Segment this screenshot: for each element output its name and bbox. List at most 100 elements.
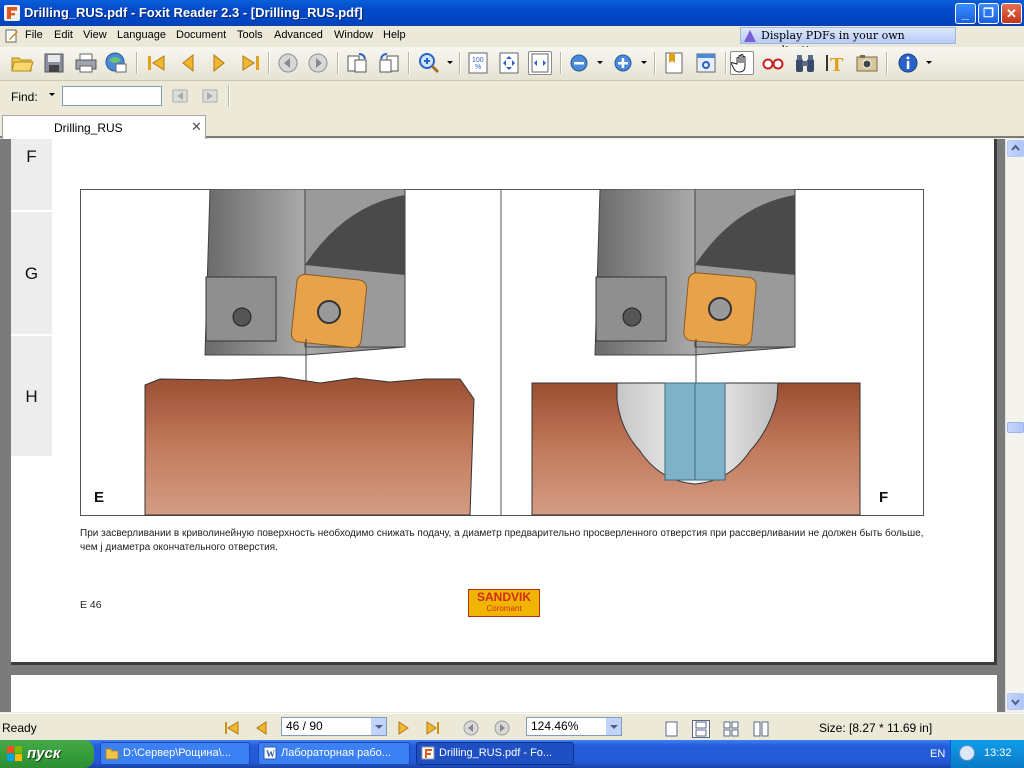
menu-help[interactable]: Help [383, 29, 406, 41]
actual-size-button[interactable]: 100% [466, 51, 490, 75]
menu-edit[interactable]: Edit [54, 29, 73, 41]
taskbar-item-word[interactable]: W Лабораторная рабо... [258, 742, 410, 765]
menu-window[interactable]: Window [334, 29, 373, 41]
menu-view[interactable]: View [83, 29, 107, 41]
logo-sub: Coromant [486, 604, 522, 613]
status-next-page-icon[interactable] [395, 720, 411, 736]
task-label: D:\Сервер\Рощина\... [123, 747, 231, 759]
email-button[interactable] [104, 51, 128, 75]
find-label: Find: [11, 90, 38, 104]
svg-text:W: W [266, 749, 275, 759]
last-page-button[interactable] [239, 51, 263, 75]
tray-arrow-icon[interactable] [959, 745, 975, 761]
status-prev-page-icon[interactable] [253, 720, 269, 736]
document-viewport[interactable]: F G H E F При засверливании в криволиней… [0, 139, 1005, 712]
promo-banner[interactable]: Display PDFs in your own applications [740, 27, 956, 57]
bookmark-button[interactable] [662, 51, 686, 75]
zoom-plus-button[interactable] [611, 51, 635, 75]
page-dropdown-button[interactable] [371, 718, 386, 735]
status-back-icon[interactable] [463, 720, 479, 736]
pdf-page: F G H E F При засверливании в криволиней… [11, 139, 997, 665]
find-tool-button[interactable] [793, 51, 817, 75]
zoom-dropdown-arrow[interactable] [447, 61, 453, 64]
window-title: Drilling_RUS.pdf - Foxit Reader 2.3 - [D… [24, 5, 363, 20]
menu-tools[interactable]: Tools [237, 29, 263, 41]
fit-width-button[interactable] [528, 51, 552, 75]
zoom-level-input[interactable]: 124.46% [526, 717, 622, 736]
facing-continuous-view-icon[interactable] [722, 720, 740, 738]
word-icon: W [263, 746, 277, 760]
prev-page-button[interactable] [176, 51, 200, 75]
facing-view-icon[interactable] [752, 720, 770, 738]
fullscreen-button[interactable] [694, 51, 718, 75]
status-text: Ready [2, 721, 37, 735]
rotate-right-button[interactable] [377, 51, 401, 75]
menu-advanced[interactable]: Advanced [274, 29, 323, 41]
chevron-down-icon [1011, 699, 1020, 706]
text-select-icon: T [826, 55, 844, 76]
rotate-left-button[interactable] [345, 51, 369, 75]
menu-language[interactable]: Language [117, 29, 166, 41]
info-button[interactable] [896, 51, 920, 75]
find-prev-icon[interactable] [171, 87, 191, 105]
tab-drilling-rus[interactable]: Drilling_RUS ✕ [2, 115, 206, 139]
go-forward-button[interactable] [306, 51, 330, 75]
fit-page-icon [499, 52, 519, 74]
zoom-out-button[interactable] [567, 51, 591, 75]
logo-name: SANDVIK [476, 590, 531, 604]
taskbar-item-explorer[interactable]: D:\Сервер\Рощина\... [100, 742, 250, 765]
restore-button[interactable]: ❐ [978, 3, 999, 24]
fullscreen-icon [696, 53, 716, 73]
print-button[interactable] [74, 51, 98, 75]
menu-document[interactable]: Document [176, 29, 226, 41]
zoom-out-icon [570, 54, 588, 72]
email-icon [105, 52, 127, 73]
loupe-tool-button[interactable] [761, 51, 785, 75]
go-back-button[interactable] [276, 51, 300, 75]
first-page-icon [148, 55, 165, 71]
vertical-scrollbar[interactable] [1005, 139, 1024, 712]
section-tabs: F G H [11, 139, 52, 458]
bookmark-icon [665, 52, 683, 74]
single-page-view-icon[interactable] [663, 720, 681, 738]
hand-icon [730, 54, 746, 73]
status-first-page-icon[interactable] [223, 720, 239, 736]
hand-tool-button[interactable] [730, 51, 754, 75]
status-forward-icon[interactable] [494, 720, 510, 736]
tab-close-icon[interactable]: ✕ [191, 119, 202, 135]
find-options-arrow[interactable] [49, 93, 55, 96]
find-input[interactable] [62, 86, 162, 106]
continuous-view-icon[interactable] [692, 720, 710, 738]
language-indicator[interactable]: EN [930, 748, 945, 760]
info-dropdown-arrow[interactable] [926, 61, 932, 64]
zoom-dropdown-button[interactable] [606, 718, 621, 735]
rotate-right-icon [379, 53, 399, 73]
find-next-icon[interactable] [201, 87, 221, 105]
figure-label-e: E [94, 489, 104, 506]
save-button[interactable] [42, 51, 66, 75]
taskbar-item-foxit[interactable]: Drilling_RUS.pdf - Fo... [416, 742, 574, 765]
menu-file[interactable]: File [25, 29, 43, 41]
close-button[interactable]: ✕ [1001, 3, 1022, 24]
foxit-app-icon[interactable] [4, 5, 20, 21]
open-button[interactable] [10, 51, 34, 75]
scroll-down-button[interactable] [1007, 693, 1024, 710]
page-number-input[interactable]: 46 / 90 [281, 717, 387, 736]
first-page-button[interactable] [144, 51, 168, 75]
zoom-tool-button[interactable] [417, 51, 441, 75]
figure-label-f: F [879, 489, 888, 506]
scroll-up-button[interactable] [1007, 140, 1024, 157]
page-size-text: Size: [8.27 * 11.69 in] [819, 721, 933, 735]
document-edit-icon[interactable] [5, 29, 19, 43]
minimize-button[interactable]: _ [955, 3, 976, 24]
snapshot-button[interactable] [855, 51, 879, 75]
text-select-button[interactable]: T [824, 51, 848, 76]
scroll-thumb[interactable] [1007, 422, 1024, 433]
glasses-icon [762, 58, 784, 70]
fit-page-button[interactable] [497, 51, 521, 75]
fit-width-icon [531, 53, 549, 73]
status-last-page-icon[interactable] [425, 720, 441, 736]
next-page-button[interactable] [207, 51, 231, 75]
zoom-plus-dropdown-arrow[interactable] [641, 61, 647, 64]
zoom-out-dropdown-arrow[interactable] [597, 61, 603, 64]
